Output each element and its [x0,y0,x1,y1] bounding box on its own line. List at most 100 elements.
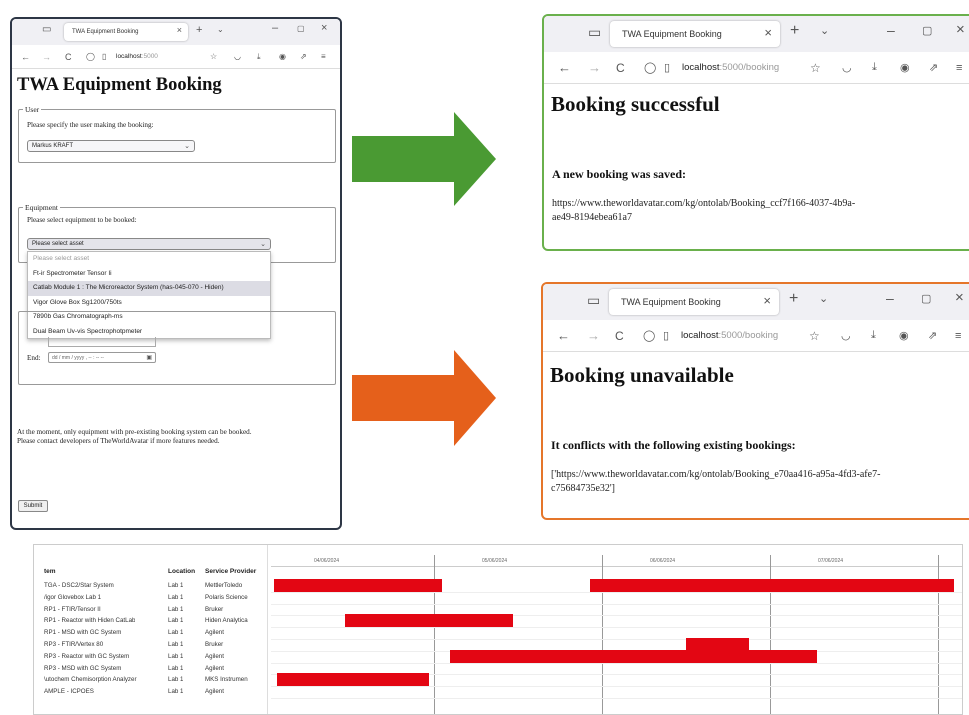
tab-overview-icon[interactable]: ▭ [588,24,601,41]
gantt-date-label: 06/06/2024 [650,558,676,564]
dropdown-option[interactable]: Vigor Glove Box Sg1200/750ts [28,296,270,311]
extensions-icon[interactable]: ⇗ [300,52,307,61]
gantt-booking-bar[interactable] [589,579,955,592]
reload-icon[interactable]: C [616,61,625,75]
url-host: localhost [682,62,720,73]
extensions-icon[interactable]: ⇗ [928,329,937,342]
booking-gantt-view: tem Location Service Provider TGA - DSC2… [33,544,963,715]
new-tab-icon[interactable]: + [790,22,799,40]
user-select[interactable]: Markus KRAFT ⌄ [27,140,195,152]
browser-tab[interactable]: TWA Equipment Booking × [64,23,188,41]
url-field[interactable]: localhost:5000 [116,53,158,60]
page-icon: ▯ [663,330,670,342]
minimize-icon[interactable]: – [887,22,895,38]
tab-title: TWA Equipment Booking [622,29,722,39]
account-icon[interactable]: ◉ [899,329,909,342]
new-tab-icon[interactable]: + [196,24,202,36]
close-tab-icon[interactable]: × [763,293,771,308]
menu-icon[interactable]: ≡ [321,52,326,61]
gantt-booking-bar[interactable] [344,614,513,628]
browser-tabbar: ▭ TWA Equipment Booking × + ⌄ – ▢ × [543,284,969,320]
page-title: TWA Equipment Booking [17,75,222,95]
url-field[interactable]: localhost:5000/booking [681,330,778,341]
forward-icon[interactable]: → [587,328,600,343]
booking-iri-line-2: ae49-8194ebea61a7 [552,212,632,223]
pocket-icon[interactable]: ◡ [842,61,852,74]
gantt-date-label: 07/06/2024 [818,558,844,564]
result-subheading: A new booking was saved: [552,167,687,181]
dropdown-option[interactable]: Catlab Module 1 : The Microreactor Syste… [28,281,270,296]
account-icon[interactable]: ◉ [900,61,910,74]
gantt-booking-bar[interactable] [277,673,429,687]
dropdown-option[interactable]: Ft-ir Spectrometer Tensor Ii [28,267,270,282]
bookmark-star-icon[interactable]: ☆ [810,61,821,75]
maximize-icon[interactable]: ▢ [921,292,931,305]
gantt-booking-bar[interactable] [450,649,817,663]
download-icon[interactable]: ⤓ [257,52,261,62]
booking-form-window: ▭ TWA Equipment Booking × + ⌄ – ▢ × ← → … [10,17,342,530]
booking-unavailable-window: ▭ TWA Equipment Booking × + ⌄ – ▢ × ← → … [541,282,969,520]
end-label: End: [27,354,41,362]
download-icon[interactable]: ⤓ [871,329,876,342]
menu-icon[interactable]: ≡ [955,330,961,342]
maximize-icon[interactable]: ▢ [922,24,932,37]
close-tab-icon[interactable]: × [764,25,772,40]
url-host: localhost [116,53,142,60]
url-path: :5000/booking [719,62,780,73]
browser-tab[interactable]: TWA Equipment Booking × [609,289,779,315]
user-fieldset: User [18,105,336,163]
forward-icon[interactable]: → [42,52,51,62]
user-legend: User [25,105,40,114]
bookmark-star-icon[interactable]: ☆ [809,329,820,343]
forward-icon[interactable]: → [588,60,601,75]
page-icon: ▯ [102,52,107,61]
download-icon[interactable]: ⤓ [872,61,877,74]
browser-tabbar: ▭ TWA Equipment Booking × + ⌄ – ▢ × [12,19,340,45]
account-icon[interactable]: ◉ [279,52,286,61]
minimize-icon[interactable]: – [886,290,894,306]
result-subheading: It conflicts with the following existing… [551,438,796,452]
address-bar: ← → C ◯ ▯ localhost:5000 ☆ ◡ ⤓ ◉ ⇗ ≡ [12,45,340,69]
back-icon[interactable]: ← [21,52,30,62]
submit-button[interactable]: Submit [18,500,48,512]
close-tab-icon[interactable]: × [177,25,182,35]
minimize-icon[interactable]: – [272,22,278,34]
url-path: :5000/booking [718,330,779,341]
pocket-icon[interactable]: ◡ [234,52,241,61]
tab-list-icon[interactable]: ⌄ [819,292,828,305]
tab-overview-icon[interactable]: ▭ [42,24,51,35]
back-icon[interactable]: ← [558,60,571,75]
pocket-icon[interactable]: ◡ [841,329,851,342]
tab-list-icon[interactable]: ⌄ [820,24,829,37]
tab-overview-icon[interactable]: ▭ [587,292,600,309]
reload-icon[interactable]: C [65,52,72,62]
back-icon[interactable]: ← [557,328,570,343]
end-datetime-placeholder: dd / mm / yyyy , -- : -- -- [52,355,104,361]
url-host: localhost [681,330,719,341]
close-window-icon[interactable]: × [321,22,327,34]
calendar-icon[interactable]: ▣ [146,353,152,363]
browser-tab[interactable]: TWA Equipment Booking × [610,21,780,47]
extensions-icon[interactable]: ⇗ [929,61,938,74]
bookmark-star-icon[interactable]: ☆ [210,52,217,61]
orange-arrow [352,350,496,446]
new-tab-icon[interactable]: + [789,290,798,308]
reload-icon[interactable]: C [615,329,624,343]
shield-icon: ◯ [644,62,657,74]
notice-line-1: At the moment, only equipment with pre-e… [17,428,252,436]
close-window-icon[interactable]: × [956,21,965,38]
gantt-date-label: 04/06/2024 [314,558,340,564]
dropdown-option[interactable]: Please select asset [28,252,270,267]
close-window-icon[interactable]: × [955,289,964,306]
url-field[interactable]: localhost:5000/booking [682,62,779,73]
gantt-booking-bar[interactable] [274,579,442,592]
start-datetime-input[interactable] [48,337,156,347]
end-datetime-input[interactable]: dd / mm / yyyy , -- : -- -- ▣ [48,352,156,363]
tab-list-icon[interactable]: ⌄ [217,25,224,34]
url-port: :5000 [141,53,158,60]
user-prompt: Please specify the user making the booki… [27,121,154,129]
tab-title: TWA Equipment Booking [72,29,139,35]
equipment-select[interactable]: Please select asset ⌄ [27,238,271,250]
maximize-icon[interactable]: ▢ [297,24,305,33]
menu-icon[interactable]: ≡ [956,62,962,74]
